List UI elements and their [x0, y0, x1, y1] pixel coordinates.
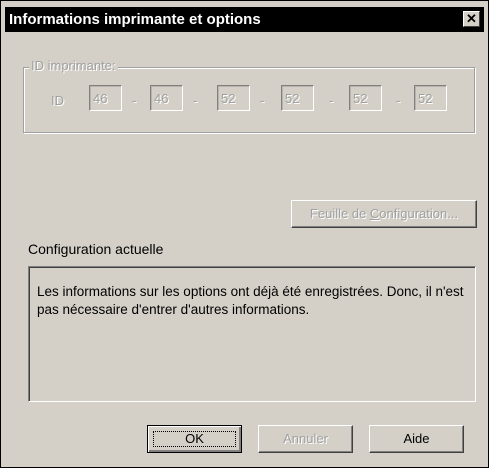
printer-info-dialog: Informations imprimante et options ✕ ID …	[0, 0, 489, 468]
id-field-1[interactable]: 46	[89, 85, 122, 111]
id-separator: -	[329, 93, 334, 108]
current-config-label: Configuration actuelle	[28, 241, 164, 257]
help-label: Aide	[403, 431, 430, 446]
close-icon: ✕	[466, 11, 477, 26]
current-config-text: Les informations sur les options ont déj…	[37, 284, 464, 317]
id-separator: -	[260, 93, 265, 108]
id-field-3[interactable]: 52	[217, 85, 250, 111]
id-separator: -	[396, 93, 401, 108]
current-config-box: Les informations sur les options ont déj…	[28, 266, 476, 402]
help-button[interactable]: Aide	[369, 425, 464, 453]
configuration-sheet-label-prefix: Feuille de	[309, 206, 370, 221]
id-label: ID	[51, 93, 64, 108]
id-field-4[interactable]: 52	[281, 85, 314, 111]
configuration-sheet-button[interactable]: Feuille de Configuration...	[291, 200, 477, 228]
id-separator: -	[132, 93, 137, 108]
configuration-sheet-accel: C	[369, 206, 380, 221]
ok-button[interactable]: OK	[147, 425, 242, 453]
id-field-5[interactable]: 52	[349, 85, 382, 111]
id-separator: -	[193, 93, 198, 108]
title-bar[interactable]: Informations imprimante et options ✕	[5, 7, 484, 32]
window-title: Informations imprimante et options	[9, 11, 261, 28]
printer-id-group-label: ID imprimante:	[29, 58, 118, 73]
configuration-sheet-label-suffix: onfiguration...	[379, 206, 459, 221]
close-button[interactable]: ✕	[463, 11, 480, 27]
focus-ring	[153, 431, 236, 447]
id-field-2[interactable]: 46	[150, 85, 183, 111]
cancel-label: Annuler	[283, 431, 328, 446]
id-field-6[interactable]: 52	[414, 85, 447, 111]
cancel-button[interactable]: Annuler	[258, 425, 353, 453]
